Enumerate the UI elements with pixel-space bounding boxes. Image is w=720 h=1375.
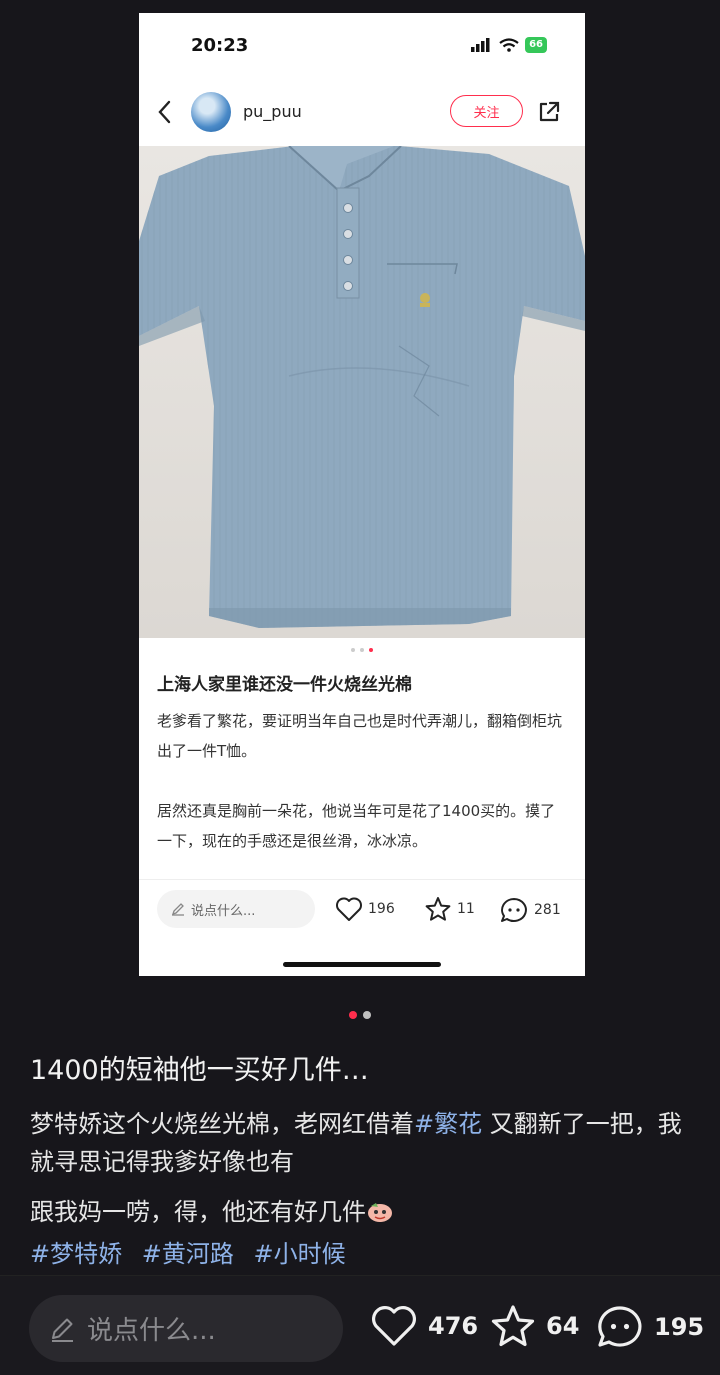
inner-body-paragraph: 老爹看了繁花，要证明当年自己也是时代弄潮儿，翻箱倒柜坑出了一件T恤。 [157, 712, 563, 760]
author-avatar[interactable] [191, 92, 231, 132]
heart-icon [336, 897, 362, 921]
indicator-dot [351, 648, 355, 652]
like-count: 476 [428, 1312, 479, 1340]
post-title: 1400的短袖他一买好几件… [30, 1055, 369, 1086]
inner-like-button[interactable]: 196 [335, 896, 395, 922]
comment-count: 195 [654, 1313, 705, 1341]
indicator-dot-active [349, 1011, 357, 1019]
follow-button[interactable]: 关注 [450, 95, 523, 127]
polo-shirt-illustration [139, 146, 585, 628]
comment-placeholder: 说点什么... [87, 1316, 216, 1346]
indicator-dot [363, 1011, 371, 1019]
polo-shirt-photo [139, 146, 585, 638]
inner-action-bar: 说点什么... 196 11 281 [139, 879, 585, 937]
battery-indicator: 66 [525, 37, 547, 53]
wifi-icon [499, 38, 519, 52]
hashtag-link[interactable]: #梦特娇 [30, 1240, 122, 1268]
star-icon [491, 1305, 535, 1347]
like-button[interactable]: 476 [370, 1304, 478, 1348]
inner-post-body: 老爹看了繁花，要证明当年自己也是时代弄潮儿，翻箱倒柜坑出了一件T恤。 居然还真是… [157, 706, 567, 856]
body-text: 梦特娇这个火烧丝光棉，老网红借着 [30, 1110, 414, 1138]
comment-button[interactable]: 195 [596, 1304, 704, 1350]
author-username[interactable]: pu_puu [243, 102, 302, 121]
signal-icon [471, 38, 490, 52]
post-image-screenshot[interactable]: 20:23 66 pu_puu 关注 上海人家里谁还没一件火烧丝光棉 老爹看了繁… [139, 13, 585, 976]
inner-like-count: 196 [368, 901, 395, 917]
inner-comment-count: 281 [534, 902, 561, 918]
comment-icon [501, 898, 527, 922]
hashtag-link[interactable]: #小时候 [254, 1240, 346, 1268]
indicator-dot-active [369, 648, 373, 652]
pencil-icon [52, 1318, 73, 1342]
inner-post-header: pu_puu 关注 [139, 91, 585, 133]
home-indicator [283, 962, 441, 967]
chevron-left-icon[interactable] [157, 100, 171, 124]
star-count: 64 [546, 1312, 580, 1340]
image-indicator [0, 1011, 720, 1019]
inner-comment-placeholder: 说点什么... [191, 903, 256, 919]
inner-star-count: 11 [457, 901, 475, 917]
inner-status-bar: 20:23 66 [139, 13, 585, 73]
pencil-icon [171, 903, 184, 916]
heart-icon [372, 1306, 416, 1346]
indicator-dot [360, 648, 364, 652]
comment-icon [598, 1306, 642, 1347]
inner-post-title: 上海人家里谁还没一件火烧丝光棉 [157, 675, 412, 695]
inner-comment-button[interactable]: 281 [499, 896, 561, 924]
comment-input[interactable]: 说点什么... [29, 1295, 343, 1362]
star-button[interactable]: 64 [490, 1304, 579, 1348]
body-text: 跟我妈一唠，得，他还有好几件 [30, 1198, 366, 1226]
hashtag-list: #梦特娇 #黄河路 #小时候 [30, 1235, 695, 1273]
inner-body-paragraph: 居然还真是胸前一朵花，他说当年可是花了1400买的。摸了一下，现在的手感还是很丝… [157, 802, 556, 850]
inner-star-button[interactable]: 11 [424, 896, 475, 922]
post-body: 梦特娇这个火烧丝光棉，老网红借着#繁花 又翻新了一把，我就寻思记得我爹好像也有 … [30, 1105, 695, 1273]
inner-comment-input[interactable]: 说点什么... [157, 890, 315, 928]
emoji-icon [368, 1203, 392, 1222]
inner-status-time: 20:23 [191, 35, 249, 56]
hashtag-link[interactable]: #繁花 [414, 1110, 482, 1138]
hashtag-link[interactable]: #黄河路 [142, 1240, 234, 1268]
star-icon [425, 897, 451, 921]
bottom-action-bar: 说点什么... 476 64 195 [0, 1275, 720, 1375]
share-icon[interactable] [537, 100, 561, 124]
inner-image-indicator [139, 648, 585, 652]
post-detail-page: 20:23 66 pu_puu 关注 上海人家里谁还没一件火烧丝光棉 老爹看了繁… [0, 0, 720, 1375]
